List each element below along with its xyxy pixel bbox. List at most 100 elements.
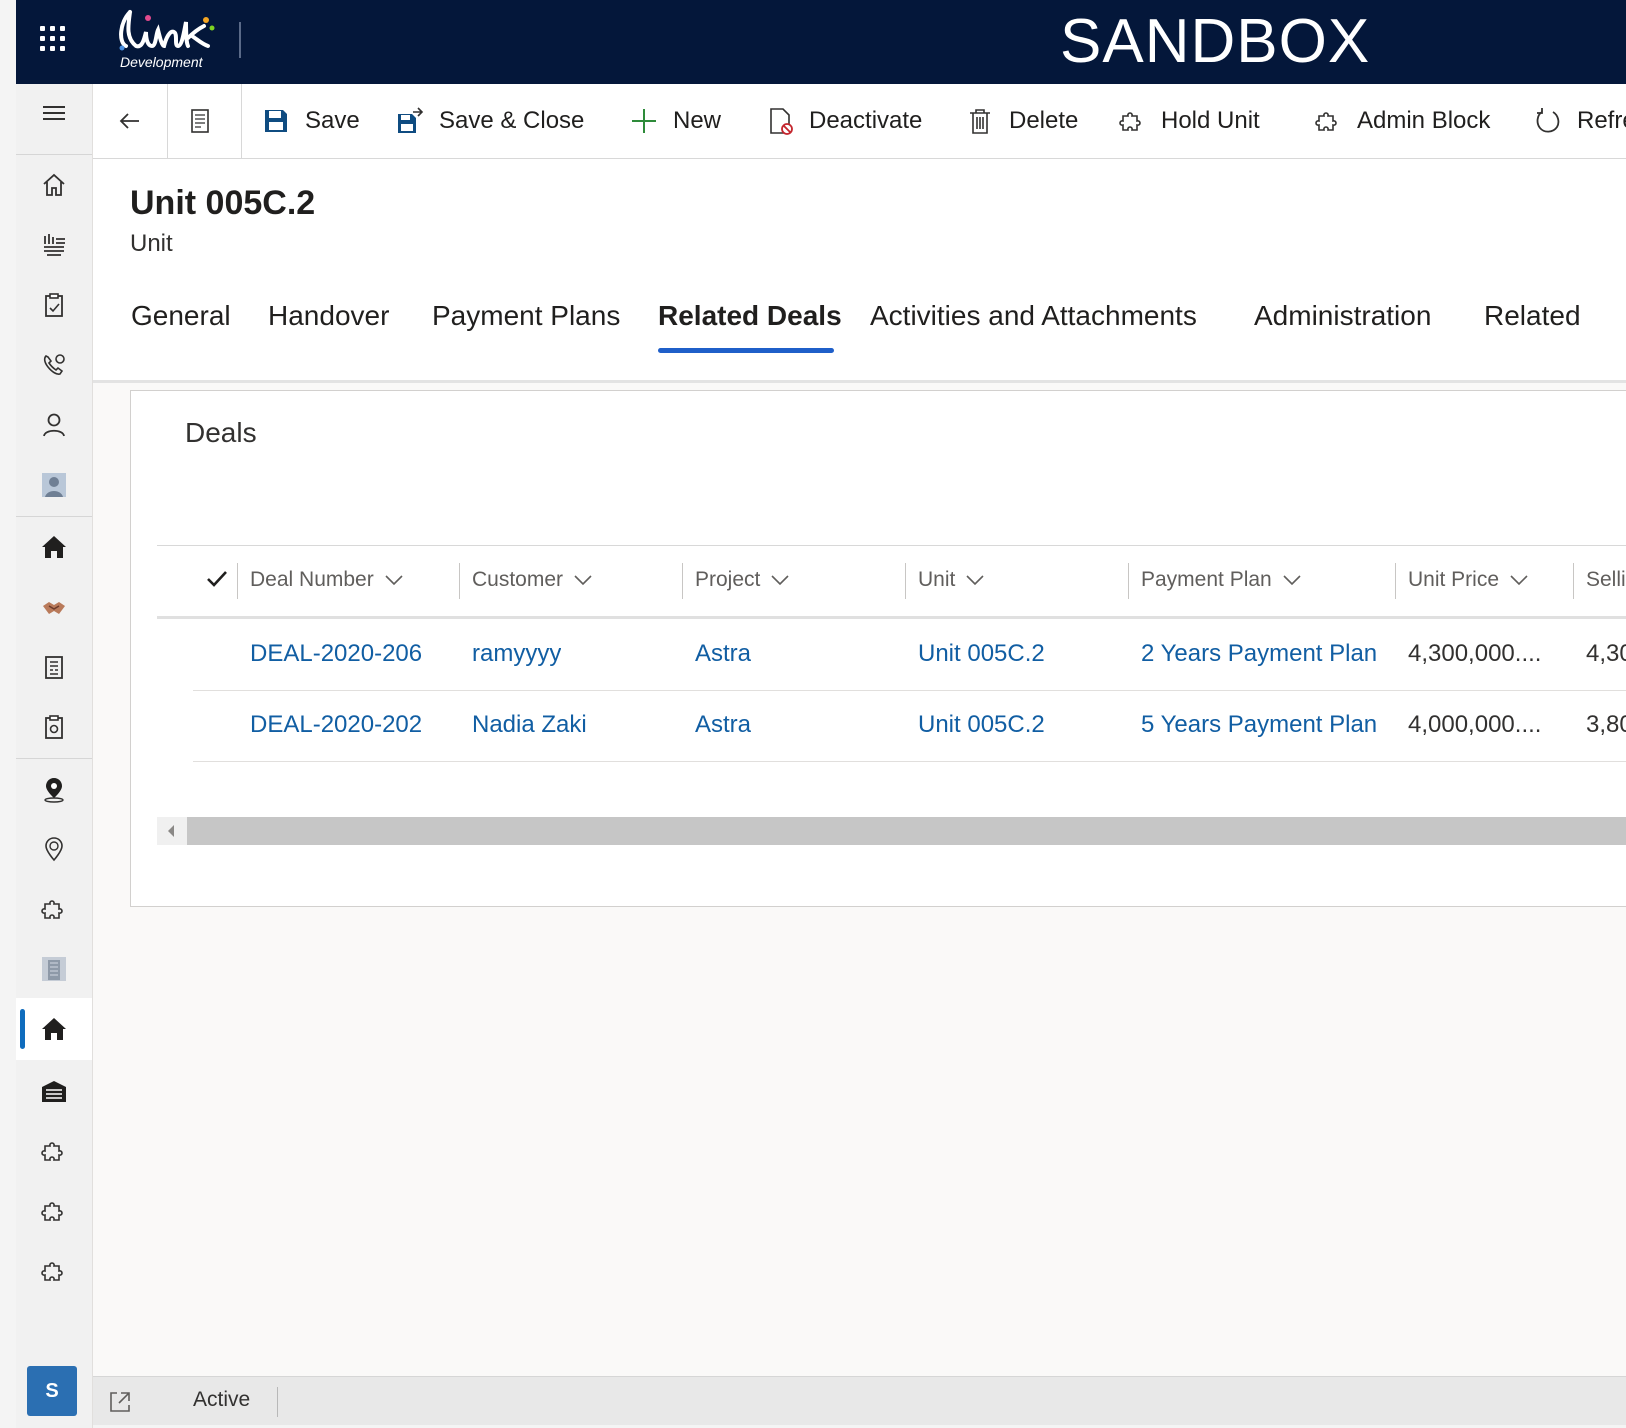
chevron-down-icon <box>574 575 592 586</box>
tab-administration[interactable]: Administration <box>1254 300 1431 332</box>
save-close-button[interactable]: Save & Close <box>395 84 584 158</box>
plus-icon <box>632 109 656 133</box>
column-header-project[interactable]: Project <box>695 545 790 615</box>
save-icon <box>265 110 287 132</box>
nav-warehouse[interactable] <box>16 1062 92 1120</box>
horizontal-scrollbar[interactable] <box>157 817 1626 845</box>
chevron-down-icon <box>385 575 403 586</box>
deactivate-button[interactable]: Deactivate <box>765 84 922 158</box>
payment-plan-link[interactable]: 5 Years Payment Plan <box>1141 690 1377 760</box>
scrollbar-thumb[interactable] <box>187 817 1626 845</box>
logo-divider <box>239 22 241 58</box>
project-link[interactable]: Astra <box>695 690 751 760</box>
app-launcher-icon[interactable] <box>38 24 68 54</box>
column-header-customer[interactable]: Customer <box>472 545 593 615</box>
scroll-left-button[interactable] <box>157 817 185 845</box>
nav-buildings[interactable] <box>16 940 92 998</box>
nav-contacts[interactable] <box>16 396 92 454</box>
phone-gear-icon <box>43 354 65 375</box>
form-icon <box>191 109 209 133</box>
new-label: New <box>673 107 722 134</box>
trash-icon <box>970 109 990 134</box>
nav-locations[interactable] <box>16 760 92 818</box>
project-link[interactable]: Astra <box>695 619 751 689</box>
unit-link[interactable]: Unit 005C.2 <box>918 690 1045 760</box>
admin-block-label: Admin Block <box>1357 107 1491 134</box>
top-bar: Development SANDBOX <box>16 0 1626 84</box>
chevron-down-icon <box>1283 575 1301 586</box>
selling-price-value: 4,30 <box>1586 640 1626 667</box>
column-header-unit-price[interactable]: Unit Price <box>1408 545 1529 615</box>
nav-custom-3[interactable] <box>16 1182 92 1240</box>
user-avatar[interactable]: S <box>27 1366 77 1416</box>
column-header-label: Payment Plan <box>1141 568 1272 591</box>
app-window: Development SANDBOX S Save Save & Close … <box>0 0 1626 1428</box>
nav-areas[interactable] <box>16 820 92 878</box>
customer-link[interactable]: Nadia Zaki <box>472 690 587 760</box>
refresh-button[interactable]: Refre <box>1533 84 1626 158</box>
chevron-down-icon <box>771 575 789 586</box>
filter-list-icon <box>44 234 65 256</box>
customer-link[interactable]: ramyyyy <box>472 619 561 689</box>
column-header-unit[interactable]: Unit <box>918 545 985 615</box>
hold-unit-button[interactable]: Hold Unit <box>1117 84 1260 158</box>
column-header-selling-price[interactable]: Selli <box>1586 545 1626 615</box>
tab-activities-attachments[interactable]: Activities and Attachments <box>870 300 1197 332</box>
employee-photo-icon <box>42 473 66 497</box>
select-all-checkmark-icon[interactable] <box>205 567 229 591</box>
hamburger-menu-button[interactable] <box>16 84 92 142</box>
nav-deals[interactable] <box>16 578 92 636</box>
chevron-down-icon <box>1510 575 1528 586</box>
tab-general[interactable]: General <box>131 300 231 332</box>
back-button[interactable] <box>115 84 145 158</box>
deactivate-icon <box>770 108 793 135</box>
nav-properties[interactable] <box>16 518 92 576</box>
delete-button[interactable]: Delete <box>965 84 1078 158</box>
handshake-icon <box>43 602 65 614</box>
building-photo-icon <box>42 957 66 981</box>
tab-related-deals[interactable]: Related Deals <box>658 300 842 332</box>
save-button[interactable]: Save <box>261 84 360 158</box>
table-row[interactable]: DEAL-2020-206 ramyyyy Astra Unit 005C.2 … <box>193 619 1626 691</box>
nav-custom-1[interactable] <box>16 880 92 938</box>
save-label: Save <box>305 107 360 134</box>
unit-price-value: 4,000,000.... <box>1408 711 1542 738</box>
nav-custom-2[interactable] <box>16 1122 92 1180</box>
nav-home[interactable] <box>16 156 92 214</box>
deal-number-link[interactable]: DEAL-2020-202 <box>250 690 422 760</box>
puzzle-icon <box>1315 112 1337 131</box>
caret-left-icon <box>168 825 174 837</box>
nav-calls[interactable] <box>16 336 92 394</box>
puzzle-icon <box>41 900 63 919</box>
table-row[interactable]: DEAL-2020-202 Nadia Zaki Astra Unit 005C… <box>193 690 1626 762</box>
command-bar: Save Save & Close New Deactivate Delete … <box>93 84 1626 159</box>
hamburger-icon <box>43 106 65 120</box>
deal-number-link[interactable]: DEAL-2020-206 <box>250 619 422 689</box>
new-button[interactable]: New <box>629 84 721 158</box>
nav-tasks[interactable] <box>16 276 92 334</box>
nav-activities[interactable] <box>16 216 92 274</box>
nav-reports[interactable] <box>16 638 92 696</box>
payment-plan-link[interactable]: 2 Years Payment Plan <box>1141 619 1377 689</box>
column-header-payment-plan[interactable]: Payment Plan <box>1141 545 1302 615</box>
nav-employees[interactable] <box>16 456 92 514</box>
column-header-label: Unit <box>918 568 956 591</box>
column-header-deal-number[interactable]: Deal Number <box>250 545 404 615</box>
nav-custom-4[interactable] <box>16 1242 92 1300</box>
clipboard-icon <box>45 293 63 317</box>
open-in-new-window-icon[interactable] <box>107 1389 133 1415</box>
left-navigation: S <box>16 84 93 1428</box>
puzzle-icon <box>41 1262 63 1281</box>
refresh-icon <box>1536 108 1560 133</box>
nav-units[interactable] <box>16 1000 92 1058</box>
refresh-label: Refre <box>1577 107 1626 134</box>
tab-payment-plans[interactable]: Payment Plans <box>432 300 620 332</box>
column-header-label: Unit Price <box>1408 568 1500 591</box>
form-selector-button[interactable] <box>185 84 215 158</box>
tab-handover[interactable]: Handover <box>268 300 389 332</box>
admin-block-button[interactable]: Admin Block <box>1313 84 1490 158</box>
map-pin-icon <box>44 778 64 803</box>
tab-related[interactable]: Related <box>1484 300 1581 332</box>
unit-link[interactable]: Unit 005C.2 <box>918 619 1045 689</box>
nav-checklists[interactable] <box>16 698 92 756</box>
